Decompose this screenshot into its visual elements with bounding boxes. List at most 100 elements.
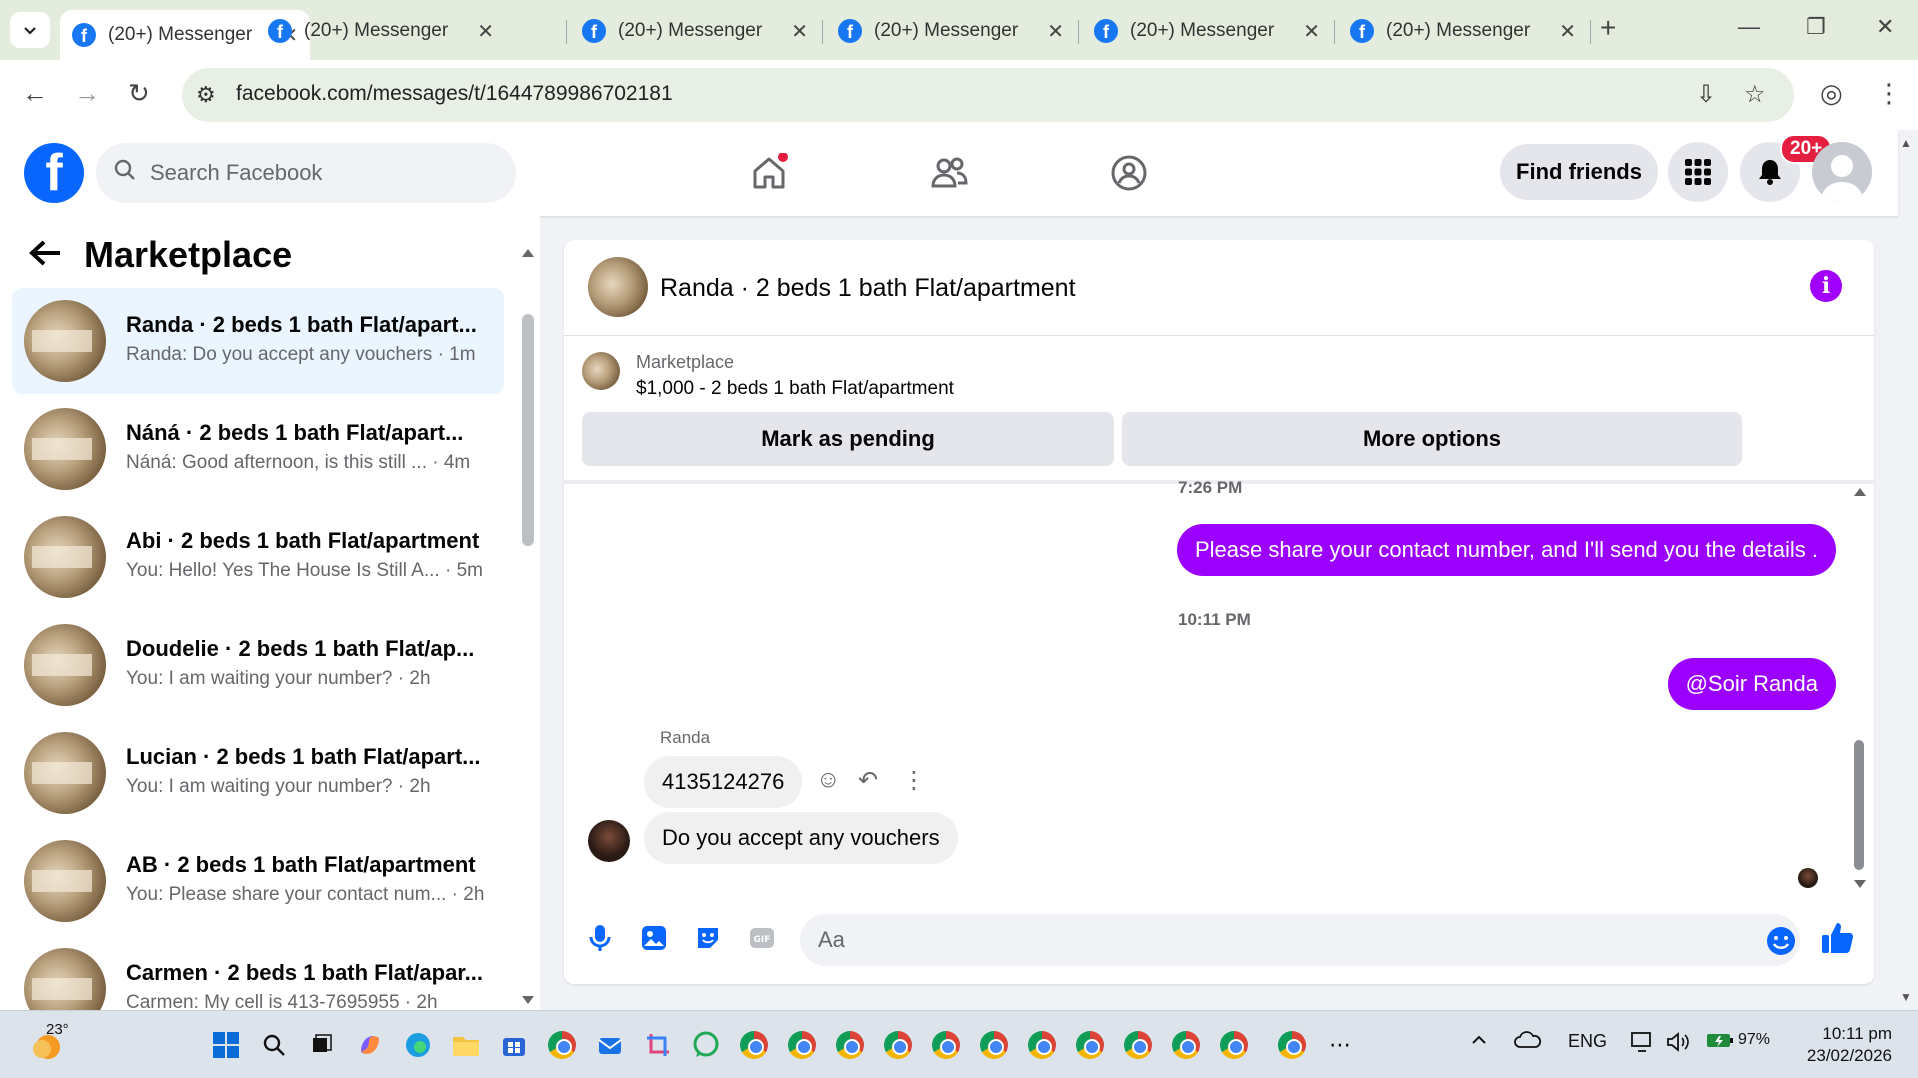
listing-thumbnail[interactable] (582, 352, 620, 390)
search-input[interactable] (150, 143, 490, 203)
reply-icon[interactable]: ↶ (858, 766, 878, 795)
chat-scrollbar-thumb[interactable] (1854, 740, 1864, 870)
react-emoji-icon[interactable]: ☺ (816, 766, 841, 794)
tab-search-button[interactable] (10, 12, 50, 48)
conversation-item[interactable]: AB · 2 beds 1 bath Flat/apartment You: P… (12, 828, 504, 934)
menu-grid-button[interactable] (1668, 142, 1728, 202)
volume-icon[interactable] (1666, 1031, 1690, 1058)
forward-arrow-icon[interactable]: → (74, 78, 100, 109)
url-text[interactable]: facebook.com/messages/t/1644789986702181 (236, 82, 673, 106)
chrome-app[interactable] (978, 1029, 1010, 1061)
minimize-window-icon[interactable]: — (1738, 14, 1760, 40)
friends-nav-button[interactable] (924, 148, 974, 198)
chrome-app[interactable] (834, 1029, 866, 1061)
chrome-app[interactable] (882, 1029, 914, 1061)
chrome-app[interactable] (930, 1029, 962, 1061)
browser-tab-5[interactable]: f (20+) Messenger | ✕ (1082, 10, 1332, 52)
facebook-search[interactable] (96, 143, 516, 203)
conversation-item[interactable]: Náná · 2 beds 1 bath Flat/apart... Náná:… (12, 396, 504, 502)
send-like-button[interactable] (1820, 920, 1856, 956)
restore-window-icon[interactable]: ❐ (1806, 14, 1826, 40)
browser-tab-3[interactable]: f (20+) Messenger | ✕ (570, 10, 820, 52)
browser-tab-2[interactable]: f (20+) Messenger | ✕ (256, 10, 506, 52)
conversation-item[interactable]: Doudelie · 2 beds 1 bath Flat/ap... You:… (12, 612, 504, 718)
new-tab-plus-icon[interactable]: + (1600, 12, 1616, 44)
edge-app[interactable] (402, 1029, 434, 1061)
outgoing-message[interactable]: Please share your contact number, and I'… (1176, 524, 1836, 576)
facebook-logo-icon[interactable]: f (24, 143, 84, 203)
chrome-app[interactable] (1122, 1029, 1154, 1061)
omnibox[interactable]: ⚙ facebook.com/messages/t/16447899867021… (182, 68, 1794, 122)
chrome-app[interactable] (1170, 1029, 1202, 1061)
back-arrow-icon[interactable]: ← (22, 78, 48, 109)
home-nav-button[interactable] (744, 148, 794, 198)
conversation-item[interactable]: Abi · 2 beds 1 bath Flat/apartment You: … (12, 504, 504, 610)
battery-icon[interactable] (1706, 1031, 1734, 1054)
show-hidden-icons-chevron[interactable] (1470, 1031, 1488, 1054)
close-tab-icon[interactable]: ✕ (1047, 19, 1064, 44)
incoming-message[interactable]: Do you accept any vouchers (644, 812, 958, 864)
find-friends-button[interactable]: Find friends (1500, 144, 1658, 200)
chrome-app[interactable] (1026, 1029, 1058, 1061)
task-view-button[interactable] (306, 1029, 338, 1061)
chrome-app[interactable] (738, 1029, 770, 1061)
site-settings-icon[interactable]: ⚙ (196, 82, 216, 108)
language-indicator[interactable]: ENG (1568, 1031, 1607, 1052)
mark-as-pending-button[interactable]: Mark as pending (582, 412, 1114, 466)
sticker-button[interactable] (692, 922, 724, 954)
listing-title[interactable]: $1,000 - 2 beds 1 bath Flat/apartment (636, 378, 954, 400)
more-menu-icon[interactable]: ⋮ (1876, 78, 1902, 109)
system-clock[interactable]: 10:11 pm 23/02/2026 (1796, 1023, 1892, 1067)
info-icon[interactable]: i (1810, 270, 1842, 302)
more-actions-icon[interactable]: ⋮ (902, 766, 926, 795)
snipping-tool-app[interactable] (642, 1029, 674, 1061)
chrome-app[interactable] (1074, 1029, 1106, 1061)
conversation-item[interactable]: Randa · 2 beds 1 bath Flat/apart... Rand… (12, 288, 504, 394)
sender-avatar[interactable] (588, 820, 630, 862)
install-app-icon[interactable]: ⇩ (1696, 80, 1716, 109)
start-button[interactable] (210, 1029, 242, 1061)
chrome-app[interactable] (1276, 1029, 1308, 1061)
browser-tab-4[interactable]: f (20+) Messenger | ✕ (826, 10, 1076, 52)
emoji-button[interactable] (1766, 926, 1796, 956)
close-tab-icon[interactable]: ✕ (791, 19, 808, 44)
conversation-item[interactable]: Carmen · 2 beds 1 bath Flat/apar... Carm… (12, 936, 504, 1010)
taskbar-search-button[interactable] (258, 1029, 290, 1061)
scroll-up-icon[interactable] (522, 247, 534, 257)
message-input[interactable] (818, 914, 1718, 966)
voice-clip-button[interactable] (584, 922, 616, 954)
close-tab-icon[interactable]: ✕ (477, 19, 494, 44)
file-explorer-app[interactable] (450, 1029, 482, 1061)
chrome-app[interactable] (786, 1029, 818, 1061)
sidebar-scrollbar-thumb[interactable] (522, 314, 534, 546)
scroll-down-icon[interactable] (522, 996, 534, 1006)
bookmark-star-icon[interactable]: ☆ (1744, 80, 1766, 109)
close-tab-icon[interactable]: ✕ (1303, 19, 1320, 44)
scroll-down-icon[interactable] (1854, 880, 1866, 890)
copilot-app[interactable] (354, 1029, 386, 1061)
close-tab-icon[interactable]: ✕ (1559, 19, 1576, 44)
chrome-app[interactable] (1218, 1029, 1250, 1061)
network-icon[interactable] (1630, 1031, 1654, 1058)
more-apps-icon[interactable]: ⋯ (1324, 1029, 1356, 1061)
chat-listing-avatar[interactable] (588, 257, 648, 317)
more-options-button[interactable]: More options (1122, 412, 1742, 466)
back-arrow-icon[interactable] (28, 238, 62, 277)
page-scroll-down-icon[interactable]: ▼ (1900, 990, 1912, 1004)
browser-tab-6[interactable]: f (20+) Messenger | ✕ (1338, 10, 1588, 52)
whatsapp-app[interactable] (690, 1029, 722, 1061)
chat-title[interactable]: Randa · 2 beds 1 bath Flat/apartment (660, 274, 1076, 303)
conversation-item[interactable]: Lucian · 2 beds 1 bath Flat/apart... You… (12, 720, 504, 826)
scroll-up-icon[interactable] (1854, 486, 1866, 496)
profile-avatar-button[interactable] (1812, 142, 1872, 202)
page-scroll-up-icon[interactable]: ▲ (1900, 136, 1912, 150)
gif-button[interactable]: GIF (746, 922, 778, 954)
reload-icon[interactable]: ↻ (128, 78, 150, 109)
onedrive-icon[interactable] (1514, 1031, 1542, 1054)
incoming-message[interactable]: 4135124276 (644, 756, 803, 808)
account-circle-icon[interactable]: ◎ (1820, 78, 1843, 109)
chrome-app[interactable] (546, 1029, 578, 1061)
outgoing-message[interactable]: @Soir Randa (1667, 658, 1836, 710)
store-app[interactable] (498, 1029, 530, 1061)
groups-nav-button[interactable] (1104, 148, 1154, 198)
